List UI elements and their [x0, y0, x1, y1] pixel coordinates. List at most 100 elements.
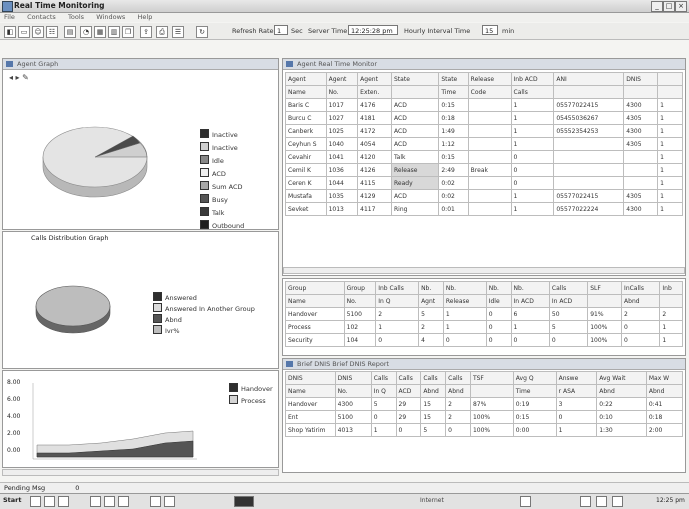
- column-header[interactable]: DNIS: [623, 72, 659, 86]
- tray-icon[interactable]: [596, 496, 607, 507]
- taskbar-app-icon[interactable]: [104, 496, 115, 507]
- column-header[interactable]: [587, 294, 623, 308]
- taskbar-app-icon[interactable]: [150, 496, 161, 507]
- column-header[interactable]: Time: [512, 384, 557, 398]
- table-row[interactable]: Canberk 1025 4172 ACD 1:49 1 05552354253 4300 1: [285, 124, 683, 138]
- column-header[interactable]: Agent: [357, 72, 392, 86]
- column-header[interactable]: [553, 85, 625, 99]
- list-icon[interactable]: ☰: [172, 26, 184, 38]
- column-header[interactable]: Nb.: [485, 281, 512, 295]
- column-header[interactable]: Idle: [485, 294, 512, 308]
- column-header[interactable]: ANI: [553, 72, 625, 86]
- tray-icon[interactable]: [520, 496, 531, 507]
- column-header[interactable]: Avg Q: [512, 371, 557, 385]
- graph-toolbar-icons[interactable]: ◂ ▸ ✎: [9, 73, 29, 82]
- column-header[interactable]: Name: [285, 294, 345, 308]
- monitor-icon[interactable]: ▭: [18, 26, 30, 38]
- refresh-rate-input[interactable]: 1: [274, 25, 288, 35]
- table-row[interactable]: Baris C 1017 4176 ACD 0:15 1 05577022415 4300 1: [285, 98, 683, 112]
- column-header[interactable]: In Q: [370, 384, 397, 398]
- column-header[interactable]: No.: [343, 294, 377, 308]
- column-header[interactable]: Calls: [395, 371, 422, 385]
- table-row[interactable]: Shop Yatirim 4013 1 0 5 0 100% 0:00 1 1:30 2:00: [285, 423, 684, 437]
- report-icon[interactable]: ▤: [64, 26, 76, 38]
- column-header[interactable]: Abnd: [420, 384, 447, 398]
- column-header[interactable]: Nb.: [510, 281, 550, 295]
- menu-contacts[interactable]: Contacts: [27, 13, 56, 21]
- column-header[interactable]: Time: [438, 85, 469, 99]
- export-icon[interactable]: ⇪: [140, 26, 152, 38]
- column-header[interactable]: [659, 294, 683, 308]
- column-header[interactable]: Calls: [445, 371, 471, 385]
- column-header[interactable]: No.: [334, 384, 372, 398]
- taskbar-app-icon[interactable]: [118, 496, 129, 507]
- column-header[interactable]: Calls: [370, 371, 397, 385]
- table-row[interactable]: Ceren K 1044 4115 Ready 0:02 0 1: [285, 176, 683, 190]
- column-header[interactable]: SLF: [587, 281, 623, 295]
- column-header[interactable]: Agnt: [418, 294, 444, 308]
- minimize-button[interactable]: _: [651, 1, 663, 12]
- column-header[interactable]: DNIS: [285, 371, 336, 385]
- table-row[interactable]: Cevahir 1041 4120 Talk 0:15 0 1: [285, 150, 683, 164]
- column-header[interactable]: In ACD: [510, 294, 550, 308]
- tray-icon[interactable]: [580, 496, 591, 507]
- taskbar-app-icon[interactable]: [164, 496, 175, 507]
- table-row[interactable]: Handover 5100 2 5 1 0 6 50 91% 2 2: [285, 307, 683, 321]
- column-header[interactable]: Nb.: [418, 281, 444, 295]
- column-header[interactable]: Exten.: [357, 85, 392, 99]
- table-row[interactable]: Mustafa 1035 4129 ACD 0:02 1 05577022415 4305 1: [285, 189, 683, 203]
- left-horizontal-scrollbar[interactable]: [2, 469, 279, 476]
- column-header[interactable]: Answe: [555, 371, 598, 385]
- taskbar-app-icon[interactable]: [58, 496, 69, 507]
- interval-input[interactable]: 15: [482, 25, 498, 35]
- column-header[interactable]: [623, 85, 659, 99]
- column-header[interactable]: TSF: [469, 371, 514, 385]
- column-header[interactable]: Release: [442, 294, 487, 308]
- table-row[interactable]: Process 102 1 2 1 0 1 5 100% 0 1: [285, 320, 683, 334]
- column-header[interactable]: Agent: [285, 72, 327, 86]
- table-row[interactable]: Sevket 1013 4117 Ring 0:01 1 05577022224 4300 1: [285, 202, 683, 216]
- column-header[interactable]: Max W: [645, 371, 684, 385]
- column-header[interactable]: Name: [285, 85, 327, 99]
- column-header[interactable]: Inb: [659, 281, 683, 295]
- column-header[interactable]: Avg Wait: [596, 371, 647, 385]
- column-header[interactable]: ACD: [395, 384, 422, 398]
- refresh-icon[interactable]: ↻: [196, 26, 208, 38]
- column-header[interactable]: [657, 85, 683, 99]
- column-header[interactable]: Abnd: [596, 384, 647, 398]
- cascade-icon[interactable]: ❐: [122, 26, 134, 38]
- column-header[interactable]: Abnd: [445, 384, 471, 398]
- column-header[interactable]: Inb Calls: [375, 281, 420, 295]
- column-header[interactable]: In ACD: [548, 294, 589, 308]
- tile-icon[interactable]: ▥: [108, 26, 120, 38]
- connect-icon[interactable]: ◧: [4, 26, 16, 38]
- column-header[interactable]: Release: [467, 72, 512, 86]
- agent-icon[interactable]: ☺: [32, 26, 44, 38]
- column-header[interactable]: Code: [467, 85, 512, 99]
- column-header[interactable]: [390, 85, 440, 99]
- menu-file[interactable]: File: [4, 13, 15, 21]
- column-header[interactable]: Inb ACD: [510, 72, 555, 86]
- column-header[interactable]: Calls: [548, 281, 589, 295]
- table-row[interactable]: Ent 5100 0 29 15 2 100% 0:15 0 0:10 0:18: [285, 410, 684, 424]
- group-icon[interactable]: ☷: [46, 26, 58, 38]
- column-header[interactable]: Calls: [420, 371, 447, 385]
- column-header[interactable]: No.: [325, 85, 359, 99]
- column-header[interactable]: Name: [285, 384, 336, 398]
- close-button[interactable]: ×: [675, 1, 687, 12]
- menu-help[interactable]: Help: [138, 13, 153, 21]
- column-header[interactable]: Nb.: [442, 281, 487, 295]
- column-header[interactable]: r ASA: [555, 384, 598, 398]
- taskbar-app-icon[interactable]: [44, 496, 55, 507]
- table-row[interactable]: Ceyhun S 1040 4054 ACD 1:12 1 4305 1: [285, 137, 683, 151]
- chart-icon[interactable]: ◔: [80, 26, 92, 38]
- column-header[interactable]: InCalls: [621, 281, 661, 295]
- column-header[interactable]: [657, 72, 683, 86]
- maximize-button[interactable]: □: [663, 1, 675, 12]
- menu-windows[interactable]: Windows: [96, 13, 125, 21]
- column-header[interactable]: State: [438, 72, 469, 86]
- column-header[interactable]: In Q: [375, 294, 420, 308]
- table-row[interactable]: Burcu C 1027 4181 ACD 0:18 1 05455036267 4305 1: [285, 111, 683, 125]
- taskbar-app-icon[interactable]: [90, 496, 101, 507]
- column-header[interactable]: Group: [285, 281, 345, 295]
